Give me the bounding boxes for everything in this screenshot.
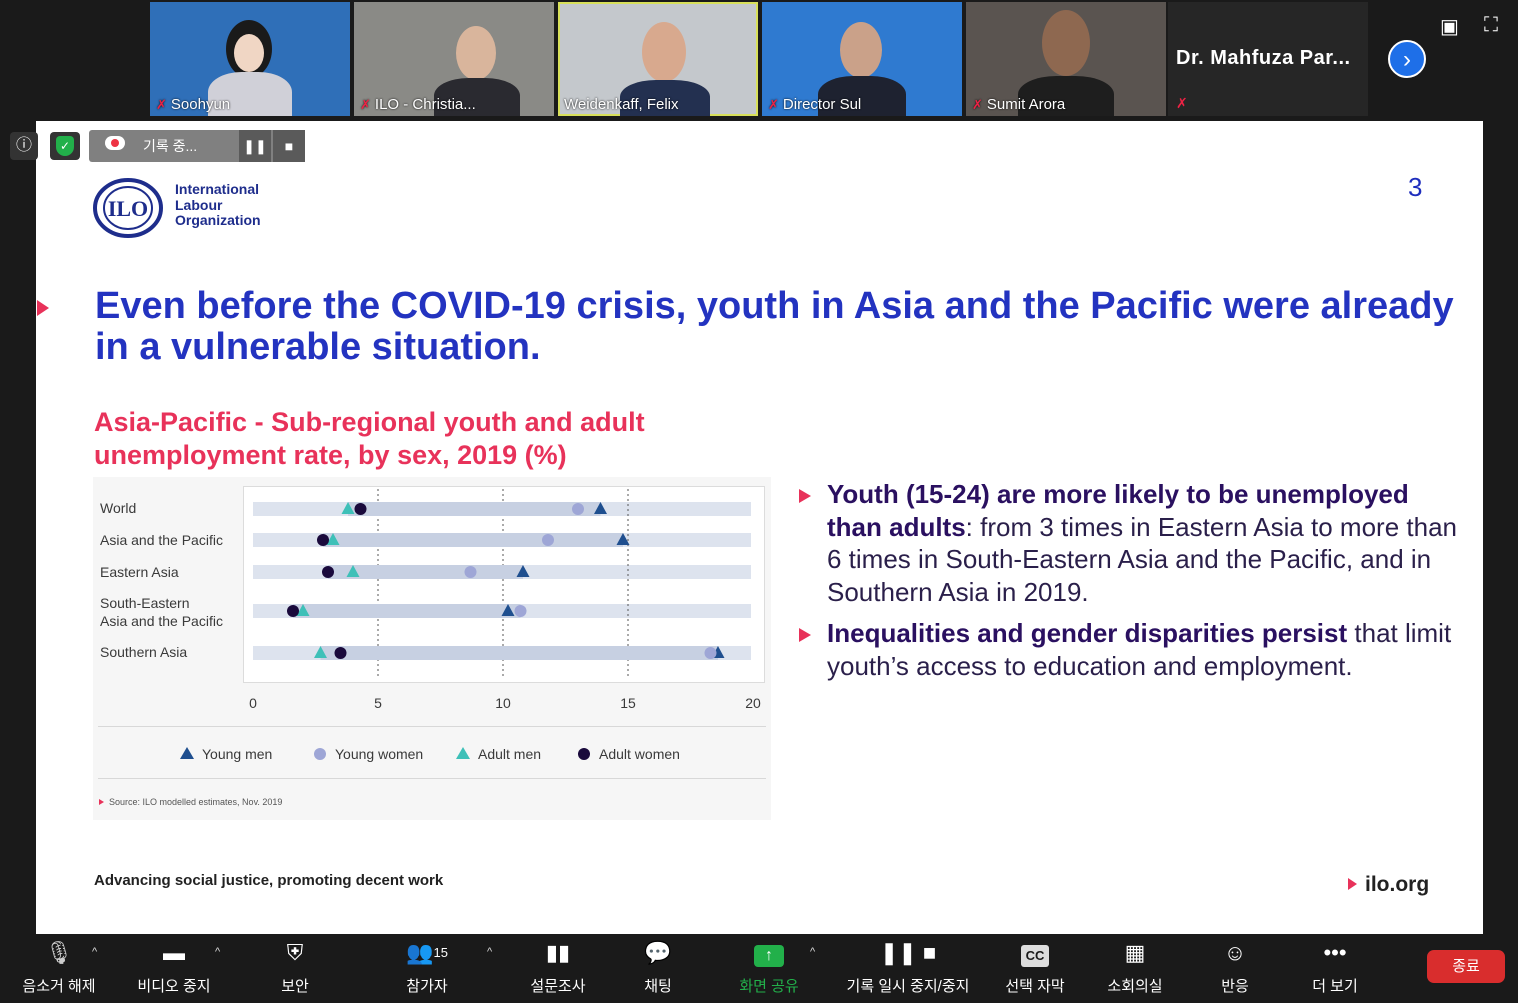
end-meeting-button[interactable]: 종료: [1427, 950, 1505, 983]
bullet-point: Inequalities and gender disparities pers…: [827, 618, 1452, 681]
data-point-young-women: [464, 566, 477, 578]
pause-stop-recording-button[interactable]: ❚❚ ■ 기록 일시 중지/중지: [838, 938, 978, 996]
legend-label: Adult men: [478, 746, 541, 762]
share-screen-button[interactable]: ↑ 화면 공유: [730, 938, 808, 996]
x-tick-label: 15: [620, 695, 636, 711]
cc-icon: CC: [998, 938, 1072, 968]
participants-button[interactable]: 👥15 참가자: [390, 938, 464, 996]
audio-options-caret-icon[interactable]: ^: [92, 946, 97, 958]
data-point-adult-women: [287, 605, 299, 617]
category-label: Asia and the Pacific: [100, 532, 223, 548]
data-point-adult-women: [317, 534, 329, 546]
chat-button[interactable]: 💬 채팅: [628, 938, 688, 996]
participants-icon: 👥15: [406, 940, 448, 965]
category-label: Southern Asia: [100, 644, 187, 660]
polls-button[interactable]: ▮▮ 설문조사: [522, 938, 594, 996]
reactions-button[interactable]: ☺ 반응: [1208, 938, 1262, 996]
share-screen-icon: ↑: [730, 938, 808, 968]
data-point-young-women: [704, 647, 717, 659]
microphone-muted-icon: 🎙: [45, 940, 73, 965]
share-options-caret-icon[interactable]: ^: [810, 946, 815, 958]
range-bar: [320, 646, 718, 660]
category-label: South-Eastern: [100, 595, 190, 611]
emoji-plus-icon: ☺: [1223, 940, 1247, 965]
range-bar: [348, 502, 601, 516]
participants-options-caret-icon[interactable]: ^: [487, 946, 492, 958]
slide-footer-tagline: Advancing social justice, promoting dece…: [94, 872, 444, 889]
bullet-arrow-icon: [799, 489, 811, 503]
legend-label: Adult women: [599, 746, 680, 762]
legend-label: Young women: [335, 746, 423, 762]
more-dots-icon: •••: [1323, 940, 1347, 965]
security-button[interactable]: ⛨ 보안: [265, 938, 325, 996]
source-marker-icon: [99, 799, 104, 805]
unmute-button[interactable]: 🎙 음소거 해제: [14, 938, 104, 996]
x-tick-label: 0: [249, 695, 257, 711]
legend-marker-circle: [314, 748, 326, 760]
legend-label: Young men: [202, 746, 272, 762]
video-camera-icon: ▬: [163, 940, 185, 965]
bullet-point: Youth (15-24) are more likely to be unem…: [827, 479, 1457, 607]
bar-chart-icon: ▮▮: [545, 940, 571, 965]
site-marker-icon: [1348, 878, 1357, 890]
legend-marker-triangle: [456, 747, 470, 759]
chart-divider: [98, 726, 766, 727]
range-bar: [293, 604, 521, 618]
legend-marker-triangle: [180, 747, 194, 759]
range-bar: [323, 533, 623, 547]
chart-divider: [98, 778, 766, 779]
x-tick-label: 10: [495, 695, 511, 711]
chat-bubble-icon: 💬: [644, 940, 672, 965]
legend-marker-circle: [578, 748, 590, 760]
security-shield-icon: ⛨: [286, 940, 304, 965]
category-label: Eastern Asia: [100, 564, 179, 580]
data-point-adult-women: [334, 647, 347, 659]
category-label: Asia and the Pacific: [100, 613, 223, 629]
closed-captions-button[interactable]: CC 선택 자막: [998, 938, 1072, 996]
breakout-rooms-icon: ▦: [1124, 940, 1146, 965]
data-point-adult-women: [354, 503, 367, 515]
data-point-young-women: [542, 534, 554, 546]
x-tick-label: 5: [374, 695, 382, 711]
category-label: World: [100, 500, 136, 516]
data-point-young-women: [514, 605, 527, 617]
bullet-arrow-icon: [799, 628, 811, 642]
x-tick-label: 20: [745, 695, 761, 711]
chart-source: Source: ILO modelled estimates, Nov. 201…: [109, 797, 283, 807]
pause-stop-icon: ❚❚ ■: [879, 940, 937, 965]
video-options-caret-icon[interactable]: ^: [215, 946, 220, 958]
data-point-adult-women: [322, 566, 334, 578]
slide-site: ilo.org: [1365, 873, 1430, 896]
more-button[interactable]: ••• 더 보기: [1300, 938, 1370, 996]
breakout-rooms-button[interactable]: ▦ 소회의실: [1098, 938, 1172, 996]
stop-video-button[interactable]: ▬ 비디오 중지: [128, 938, 220, 996]
data-point-young-women: [572, 503, 584, 515]
participant-count: 15: [433, 945, 448, 960]
